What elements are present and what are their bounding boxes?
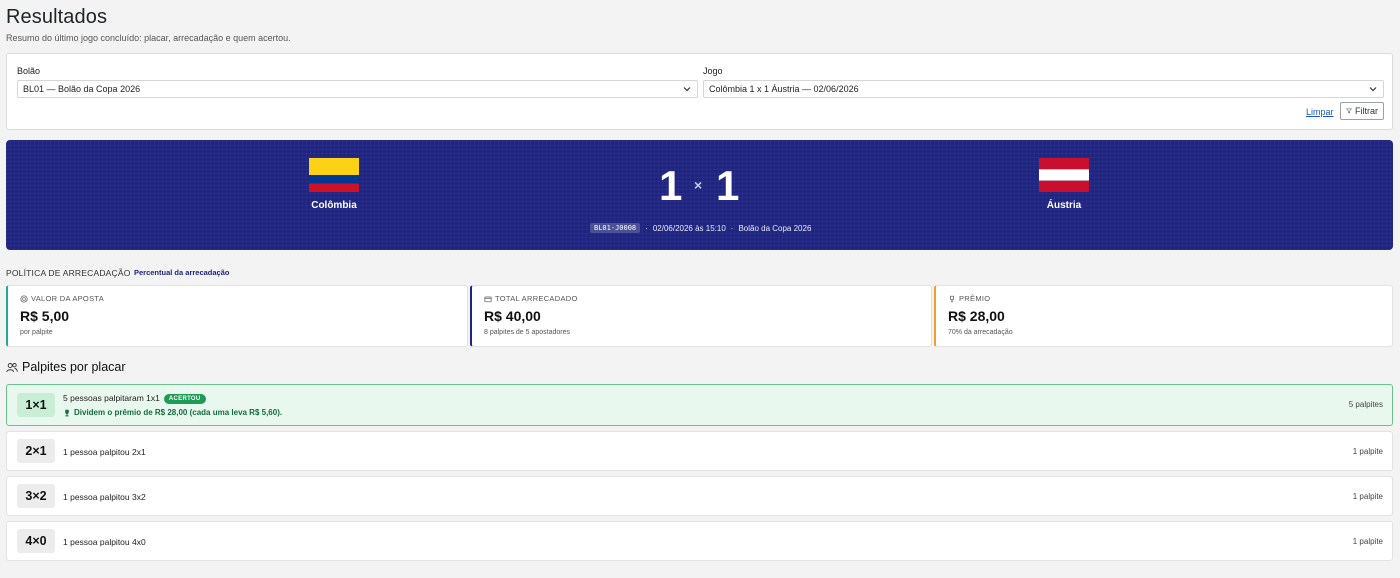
prize-split-note: Dividem o prêmio de R$ 28,00 (cada uma l… (63, 408, 282, 417)
users-icon (6, 362, 18, 372)
kpi-sub: 70% da arrecadação (948, 329, 1013, 336)
trophy-icon (65, 409, 69, 416)
guess-row-text: 1 pessoa palpitou 3x2 (63, 492, 146, 502)
score-box: 2×1 (17, 439, 55, 463)
kpi-sub: 8 palpites de 5 apostadores (484, 329, 571, 336)
guess-row-winner: 1×1 5 pessoas palpitaram 1x1 ACERTOU Divi… (6, 384, 1393, 426)
filter-button[interactable]: Filtrar (1340, 102, 1384, 120)
trophy-icon (950, 295, 954, 302)
filter-card: Bolão BL01 — Bolão da Copa 2026 Jogo Col… (6, 53, 1393, 130)
funnel-icon (1346, 108, 1352, 114)
page-title: Resultados (6, 6, 108, 28)
bolao-label: Bolão (17, 66, 41, 76)
guesses-section-title: Palpites por placar (6, 360, 126, 374)
colombia-flag-icon (309, 158, 359, 192)
guess-row-label: 5 pessoas palpitaram 1x1 (63, 393, 160, 403)
guesses-title: Palpites por placar (22, 360, 126, 374)
away-score: 1 (716, 162, 740, 209)
jogo-select-value: Colômbia 1 x 1 Áustria — 02/06/2026 (709, 84, 859, 94)
kpi-value: R$ 40,00 (484, 308, 541, 324)
match-hero: Colômbia 1 × 1 Áustria BL01-J0008 · 02/0… (6, 140, 1393, 250)
chevron-down-icon (683, 87, 691, 92)
score-box: 1×1 (17, 393, 55, 417)
kpi-caption: PRÊMIO (959, 294, 991, 303)
jogo-select[interactable]: Colômbia 1 x 1 Áustria — 02/06/2026 (703, 80, 1384, 98)
match-code-badge: BL01-J0008 (590, 223, 641, 233)
winner-badge: ACERTOU (163, 394, 206, 404)
score-separator: × (694, 177, 703, 193)
away-team-name: Áustria (1046, 200, 1082, 211)
score-box: 3×2 (17, 484, 55, 508)
kpi-card-prize: PRÊMIO R$ 28,00 70% da arrecadação (934, 285, 1393, 347)
policy-chip: Percentual da arrecadação (134, 268, 230, 277)
filter-button-label: Filtrar (1355, 106, 1378, 116)
guess-row-count: 1 palpite (1352, 492, 1383, 501)
policy-label: POLÍTICA DE ARRECADAÇÃO (6, 268, 131, 278)
guess-row: 4×0 1 pessoa palpitou 4x0 1 palpite (6, 521, 1393, 561)
kpi-caption: VALOR DA APOSTA (31, 294, 104, 303)
wallet-icon (484, 296, 492, 302)
guess-row-count: 1 palpite (1352, 447, 1383, 456)
guess-row-text: 1 pessoa palpitou 4x0 (63, 537, 146, 547)
guess-row: 2×1 1 pessoa palpitou 2x1 1 palpite (6, 431, 1393, 471)
prize-split-text: Dividem o prêmio de R$ 28,00 (cada uma l… (74, 408, 283, 417)
home-score: 1 (659, 162, 683, 209)
jogo-label: Jogo (703, 66, 723, 76)
page-subtitle: Resumo do último jogo concluído: placar,… (6, 33, 291, 43)
kpi-value: R$ 28,00 (948, 308, 1005, 324)
score-box: 4×0 (17, 529, 55, 553)
austria-flag-icon (1039, 158, 1089, 192)
guess-row-count: 1 palpite (1352, 537, 1383, 546)
home-team-name: Colômbia (311, 200, 357, 211)
match-datetime: 02/06/2026 às 15:10 (652, 223, 726, 233)
kpi-value: R$ 5,00 (20, 308, 70, 324)
kpi-sub: por palpite (20, 329, 53, 336)
bolao-select-value: BL01 — Bolão da Copa 2026 (23, 84, 141, 94)
match-meta: BL01-J0008 · 02/06/2026 às 15:10 · Bolão… (590, 223, 811, 233)
bolao-select[interactable]: BL01 — Bolão da Copa 2026 (17, 80, 698, 98)
chevron-down-icon (1369, 87, 1377, 92)
kpi-card-total: TOTAL ARRECADADO R$ 40,00 8 palpites de … (470, 285, 932, 347)
guess-row: 3×2 1 pessoa palpitou 3x2 1 palpite (6, 476, 1393, 516)
match-bolao-name: Bolão da Copa 2026 (738, 223, 812, 233)
kpi-caption: TOTAL ARRECADADO (495, 294, 578, 303)
coin-icon (20, 294, 28, 303)
guess-row-text: 5 pessoas palpitaram 1x1 ACERTOU (63, 393, 206, 404)
kpi-card-bet-value: VALOR DA APOSTA R$ 5,00 por palpite (6, 285, 468, 347)
clear-link[interactable]: Limpar (1306, 107, 1334, 117)
guess-row-count: 5 palpites (1348, 400, 1383, 409)
guess-row-text: 1 pessoa palpitou 2x1 (63, 447, 146, 457)
